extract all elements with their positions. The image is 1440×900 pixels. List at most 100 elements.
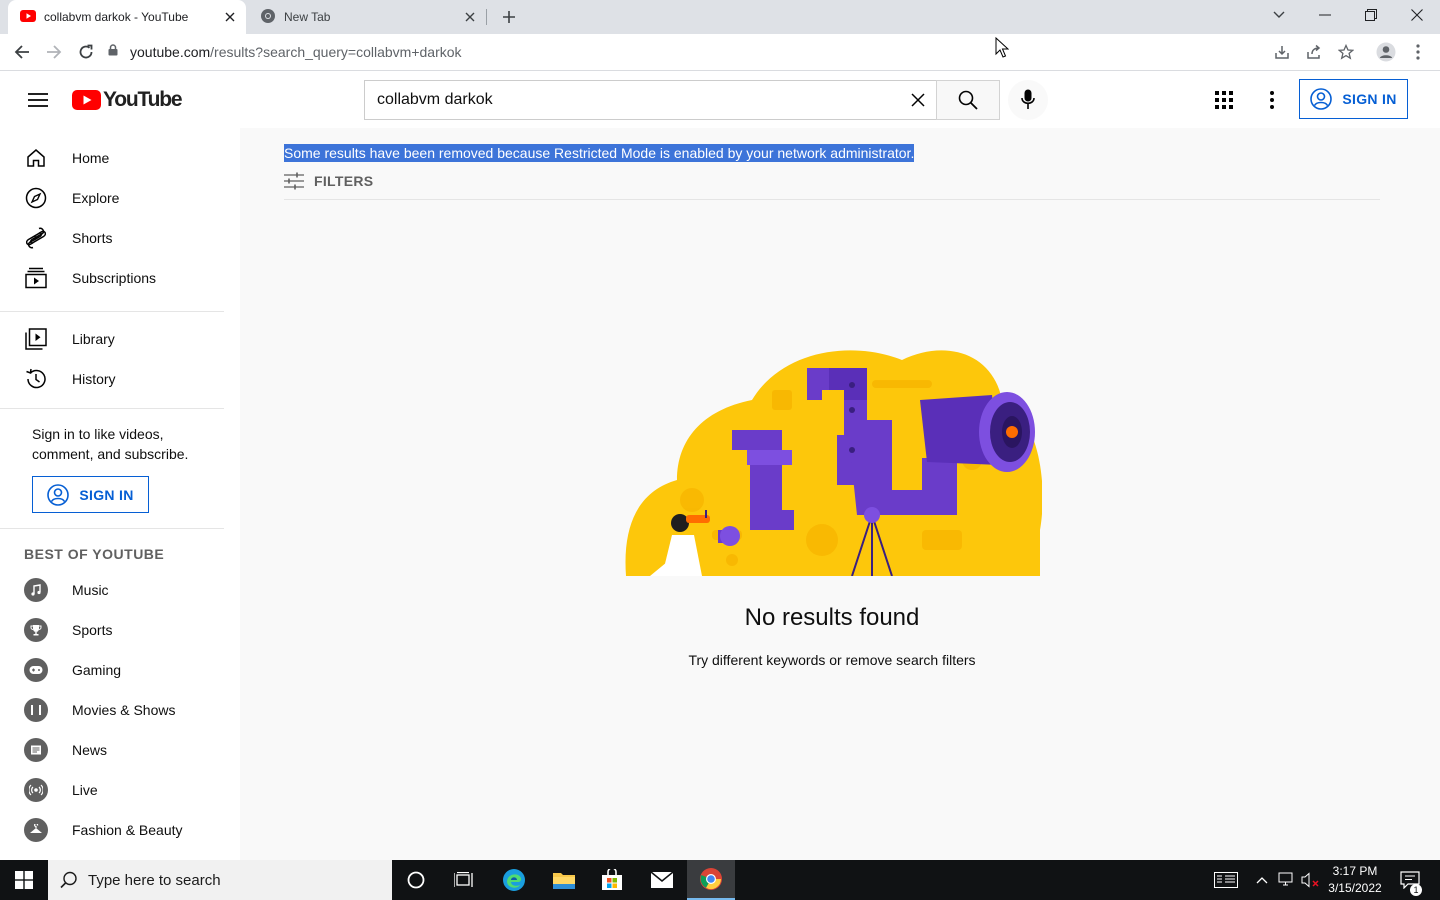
network-icon[interactable]: [1277, 870, 1297, 890]
restricted-mode-notice: Some results have been removed because R…: [284, 144, 915, 162]
url-host: youtube.com: [130, 44, 211, 60]
filters-divider: [284, 199, 1380, 200]
tab-title: New Tab: [284, 10, 331, 24]
tab-youtube[interactable]: collabvm darkok - YouTube: [8, 0, 246, 34]
windows-start-icon[interactable]: [0, 860, 48, 900]
gamepad-icon: [24, 658, 48, 682]
mail-envelope-icon[interactable]: [638, 860, 686, 900]
address-bar[interactable]: youtube.com/results?search_query=collabv…: [108, 37, 1408, 67]
file-explorer-folder-icon[interactable]: [540, 860, 588, 900]
install-app-icon[interactable]: [1268, 38, 1296, 66]
youtube-wordmark: YouTube: [103, 88, 183, 111]
sign-in-button[interactable]: SIGN IN: [1299, 79, 1408, 119]
taskbar-search-field[interactable]: Type here to search: [48, 860, 392, 900]
youtube-play-logo-icon: [72, 90, 101, 110]
sidebar-item-label: Explore: [72, 190, 120, 206]
sidebar-item-label: Live: [72, 782, 98, 798]
no-results-title: No results found: [744, 604, 920, 631]
trophy-icon: [24, 618, 48, 642]
taskbar-search-placeholder: Type here to search: [88, 871, 221, 889]
new-tab-plus-icon[interactable]: [496, 4, 522, 30]
sidebar-divider: [0, 528, 224, 529]
share-icon[interactable]: [1300, 38, 1328, 66]
sidebar-item-gaming[interactable]: Gaming: [12, 650, 224, 690]
search-input[interactable]: collabvm darkok: [364, 80, 938, 120]
sidebar-item-subscriptions[interactable]: Subscriptions: [12, 258, 224, 298]
sidebar-item-explore[interactable]: Explore: [12, 178, 224, 218]
search-results-area: Some results have been removed because R…: [240, 128, 1440, 860]
apps-grid-icon[interactable]: [1204, 80, 1244, 120]
browser-menu-dots-icon[interactable]: [1404, 38, 1432, 66]
best-of-youtube-heading: BEST OF YOUTUBE: [24, 546, 165, 562]
url-text: youtube.com/results?search_query=collabv…: [130, 44, 462, 60]
sidebar-divider: [0, 311, 224, 312]
film-icon: [24, 698, 48, 722]
sign-in-label: SIGN IN: [79, 486, 134, 503]
sidebar-item-label: Subscriptions: [72, 270, 157, 286]
filters-button[interactable]: FILTERS: [284, 170, 373, 192]
tab-separator: [486, 9, 487, 25]
sidebar-item-history[interactable]: History: [12, 359, 224, 399]
taskbar-clock[interactable]: 3:17 PM 3/15/2022: [1322, 863, 1388, 897]
sidebar-item-news[interactable]: News: [12, 730, 224, 770]
lock-icon[interactable]: [108, 43, 118, 61]
voice-search-button[interactable]: [1008, 80, 1048, 120]
search-query-text[interactable]: collabvm darkok: [377, 91, 898, 109]
sidebar-item-label: News: [72, 742, 108, 758]
sidebar-sign-in-button[interactable]: SIGN IN: [32, 476, 149, 513]
sidebar-item-shorts[interactable]: Shorts: [12, 218, 224, 258]
clear-search-icon[interactable]: [898, 81, 938, 119]
reload-icon[interactable]: [72, 38, 100, 66]
youtube-logo[interactable]: YouTube: [72, 88, 183, 112]
browser-tab-strip: collabvm darkok - YouTube New Tab: [0, 0, 1440, 34]
back-arrow-icon[interactable]: [8, 38, 36, 66]
sidebar-item-library[interactable]: Library: [12, 319, 224, 359]
sidebar-item-sports[interactable]: Sports: [12, 610, 224, 650]
windows-taskbar: Type here to search 3:17 PM 3/15/2022 1: [0, 860, 1440, 900]
task-view-icon[interactable]: [440, 860, 488, 900]
search-button[interactable]: [936, 80, 1000, 120]
sidebar-item-music[interactable]: Music: [12, 570, 224, 610]
no-results-illustration: [625, 350, 1042, 576]
microsoft-store-bag-icon[interactable]: [588, 860, 636, 900]
forward-arrow-icon[interactable]: [40, 38, 68, 66]
music-icon: [24, 578, 48, 602]
show-hidden-icons-chevron-up-icon[interactable]: [1252, 870, 1272, 890]
edge-browser-icon[interactable]: [490, 860, 538, 900]
sidebar-item-label: Gaming: [72, 662, 122, 678]
tab-close-icon[interactable]: [458, 5, 482, 29]
bookmark-star-icon[interactable]: [1332, 38, 1360, 66]
settings-dots-icon[interactable]: [1252, 80, 1292, 120]
chrome-taskbar-icon[interactable]: [687, 860, 735, 900]
sidebar-item-label: Shorts: [72, 230, 113, 246]
news-icon: [24, 738, 48, 762]
sidebar-item-label: History: [72, 371, 116, 387]
profile-avatar-icon[interactable]: [1372, 38, 1400, 66]
no-results-subtitle: Try different keywords or remove search …: [688, 652, 976, 668]
live-icon: [24, 778, 48, 802]
search-icon: [60, 871, 77, 889]
volume-muted-icon[interactable]: [1300, 870, 1320, 890]
restore-icon[interactable]: [1348, 0, 1394, 30]
sidebar-item-label: Library: [72, 331, 115, 347]
close-window-icon[interactable]: [1394, 0, 1440, 30]
sidebar-item-movies-shows[interactable]: Movies & Shows: [12, 690, 224, 730]
keyboard-layout-icon[interactable]: [1214, 870, 1238, 890]
chrome-favicon-icon: [260, 8, 276, 27]
account-circle-icon: [47, 483, 70, 506]
sidebar-item-live[interactable]: Live: [12, 770, 224, 810]
cortana-circle-icon[interactable]: [392, 860, 440, 900]
tab-new-tab[interactable]: New Tab: [248, 0, 486, 34]
minimize-icon[interactable]: [1302, 0, 1348, 30]
sidebar-item-fashion-beauty[interactable]: Fashion & Beauty: [12, 810, 224, 850]
sidebar-item-label: Home: [72, 150, 110, 166]
shorts-icon: [24, 226, 48, 250]
tab-close-icon[interactable]: [218, 5, 242, 29]
sidebar-divider: [0, 408, 224, 409]
hanger-icon: [24, 818, 48, 842]
sidebar-item-home[interactable]: Home: [12, 138, 224, 178]
youtube-masthead: YouTube collabvm darkok SIGN IN: [0, 72, 1440, 128]
mouse-cursor-icon: [995, 37, 1009, 58]
tab-search-chevron-down-icon[interactable]: [1256, 0, 1302, 30]
hamburger-menu-icon[interactable]: [20, 82, 56, 118]
